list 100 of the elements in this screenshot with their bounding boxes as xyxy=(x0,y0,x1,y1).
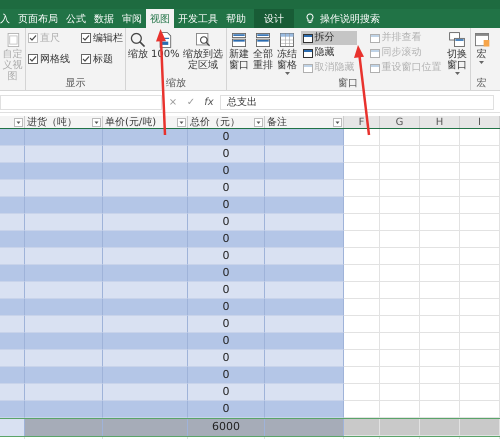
table-cell: 0 xyxy=(188,214,265,231)
table-cell xyxy=(344,146,380,163)
checkbox[interactable] xyxy=(28,54,38,64)
table-cell xyxy=(0,265,25,282)
filter-button-icon[interactable] xyxy=(333,118,342,126)
table-cell xyxy=(0,248,25,265)
table-cell xyxy=(460,282,500,299)
column-header[interactable]: 总价（元） xyxy=(188,116,265,128)
table-cell xyxy=(344,214,380,231)
table-cell xyxy=(460,367,500,384)
checkbox-label[interactable]: 编辑栏 xyxy=(93,31,123,45)
table-cell xyxy=(380,419,420,436)
ribbon-tab[interactable]: 公式 xyxy=(62,9,90,28)
table-cell xyxy=(460,265,500,282)
table-cell xyxy=(0,231,25,248)
table-cell xyxy=(380,316,420,333)
ribbon-button[interactable]: 切换窗口 xyxy=(446,30,468,76)
table-cell xyxy=(344,401,380,418)
magnifier-icon xyxy=(129,31,147,49)
table-cell: 0 xyxy=(188,299,265,316)
window-icon xyxy=(370,64,380,72)
ribbon-tab[interactable]: 视图 xyxy=(146,9,174,28)
checkbox[interactable] xyxy=(81,54,91,64)
table-cell xyxy=(0,333,25,350)
table-cell xyxy=(380,163,420,180)
table-cell xyxy=(380,197,420,214)
ribbon-tab[interactable]: 帮助 xyxy=(222,9,250,28)
ribbon-tab[interactable]: 开发工具 xyxy=(174,9,222,28)
insert-function-button[interactable]: fx xyxy=(202,96,216,108)
table-cell xyxy=(420,299,460,316)
table-cell xyxy=(344,367,380,384)
table-cell xyxy=(460,163,500,180)
ribbon-button[interactable]: 缩放 xyxy=(128,30,148,61)
table-cell xyxy=(460,197,500,214)
table-cell: 0 xyxy=(188,248,265,265)
table-cell xyxy=(380,299,420,316)
column-header[interactable]: 备注 xyxy=(265,116,344,128)
ribbon-tab[interactable]: 页面布局 xyxy=(14,9,62,28)
table-cell xyxy=(0,350,25,367)
ribbon-tab[interactable]: 审阅 xyxy=(118,9,146,28)
filter-button-icon[interactable] xyxy=(177,118,186,126)
filter-button-icon[interactable] xyxy=(92,118,101,126)
ribbon-tab[interactable]: 入 xyxy=(0,9,14,28)
table-cell xyxy=(420,146,460,163)
table-cell xyxy=(380,282,420,299)
ribbon-button[interactable]: 新建窗口 xyxy=(228,30,250,72)
tell-me-search[interactable]: 操作说明搜索 xyxy=(316,12,384,26)
ribbon-tab[interactable]: 数据 xyxy=(90,9,118,28)
window-icon xyxy=(302,48,313,58)
group-label: 缩放 xyxy=(164,78,187,90)
column-header[interactable]: G xyxy=(380,116,420,128)
ribbon-button[interactable]: 冻结窗格 xyxy=(276,30,298,76)
table-cell xyxy=(420,350,460,367)
ribbon-button[interactable]: 缩放到选定区域 xyxy=(182,30,224,72)
ribbon-button[interactable]: 全部重排 xyxy=(252,30,274,72)
column-header[interactable]: F xyxy=(344,116,380,128)
table-cell xyxy=(420,163,460,180)
ribbon-tab[interactable]: 设计 xyxy=(254,9,294,28)
column-header[interactable]: 单价(元/吨) xyxy=(103,116,188,128)
table-cell xyxy=(0,401,25,418)
table-cell xyxy=(380,401,420,418)
lightbulb-icon xyxy=(306,13,314,24)
table-cell xyxy=(460,316,500,333)
checkbox[interactable] xyxy=(81,33,91,43)
table-cell xyxy=(0,367,25,384)
table-cell xyxy=(0,129,25,146)
ribbon-button[interactable]: 隐藏 xyxy=(300,46,357,60)
window-icon xyxy=(448,31,466,49)
ribbon-button[interactable]: 宏 xyxy=(472,30,491,65)
table-cell: 0 xyxy=(188,350,265,367)
table-cell xyxy=(460,214,500,231)
filter-button-icon[interactable] xyxy=(14,118,23,126)
ribbon-button[interactable]: 拆分 xyxy=(300,31,357,45)
table-cell: 6000 xyxy=(188,419,265,436)
table-cell xyxy=(420,282,460,299)
table-cell xyxy=(344,299,380,316)
table-cell xyxy=(344,163,380,180)
table-cell: 0 xyxy=(188,129,265,146)
table-cell: 0 xyxy=(188,265,265,282)
formula-field[interactable]: 总支出 xyxy=(220,94,494,110)
table-cell xyxy=(344,248,380,265)
column-header[interactable]: I xyxy=(460,116,500,128)
checkbox-label[interactable]: 网格线 xyxy=(40,52,70,66)
grid-icon xyxy=(278,31,296,49)
column-header[interactable]: 进货（吨） xyxy=(25,116,103,128)
checkbox-label[interactable]: 标题 xyxy=(93,52,113,66)
window-icon xyxy=(302,64,313,72)
table-cell xyxy=(420,248,460,265)
filter-button-icon[interactable] xyxy=(254,118,263,126)
table-cell xyxy=(0,316,25,333)
column-header[interactable]: H xyxy=(420,116,460,128)
table-cell xyxy=(420,384,460,401)
table-cell: 0 xyxy=(188,197,265,214)
table-cell xyxy=(420,316,460,333)
window-icon xyxy=(370,48,380,58)
table-cell xyxy=(420,180,460,197)
table-cell xyxy=(380,214,420,231)
sheet-icon xyxy=(472,31,491,49)
table-cell xyxy=(344,350,380,367)
table-cell xyxy=(420,197,460,214)
